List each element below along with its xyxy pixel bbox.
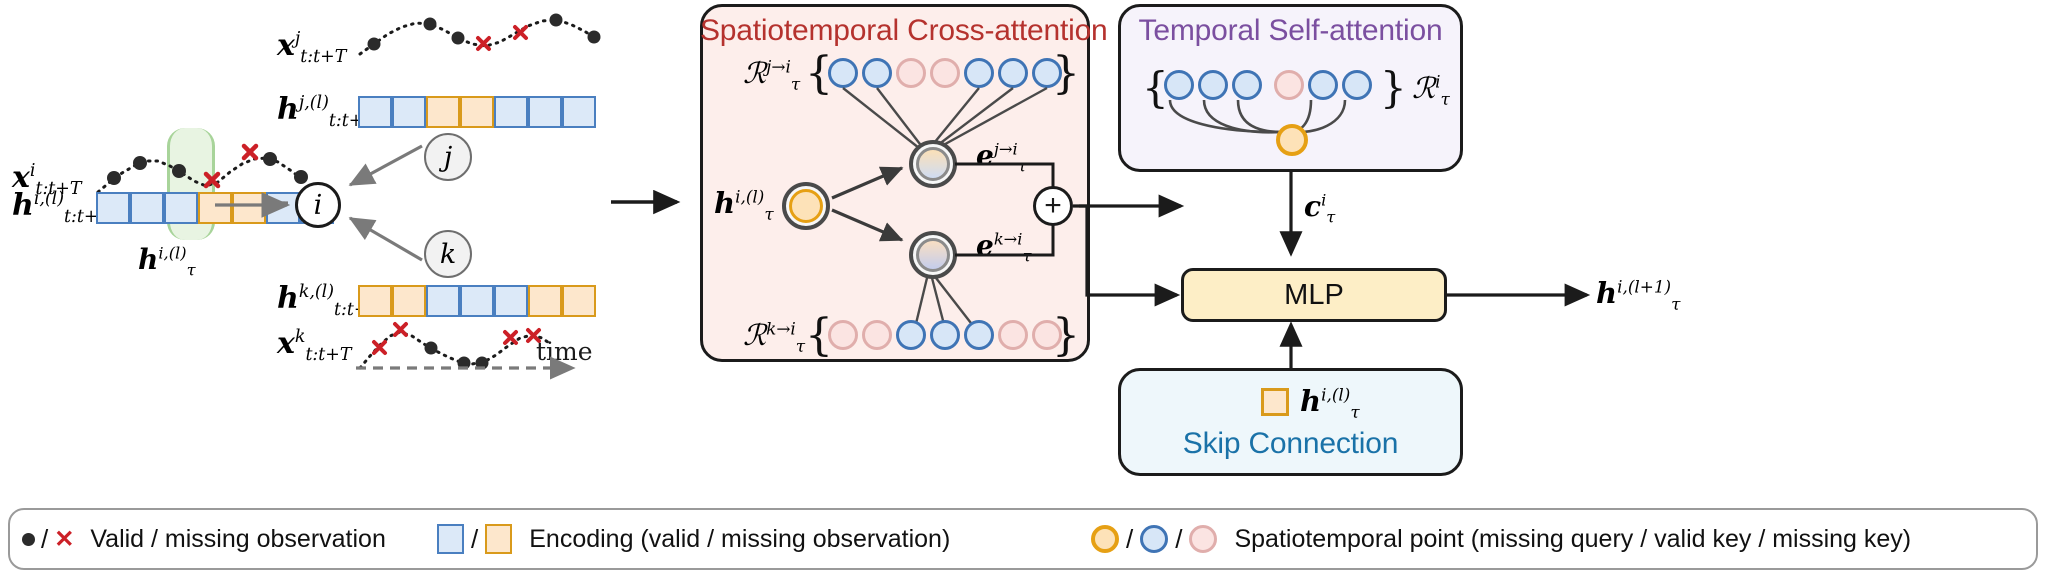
set-label-r-j-to-i: ℛj→iτ: [743, 56, 801, 94]
encoding-cell: [562, 285, 596, 317]
self-node-row-left: [1164, 70, 1262, 100]
set-label-r-j-to-i-text: ℛj→iτ: [743, 56, 801, 94]
set-label-r-i-text: ℛiτ: [1412, 71, 1450, 109]
context-label-text: ciτ: [1304, 190, 1336, 227]
node-missing-key: [896, 58, 926, 88]
node-valid-key: [828, 58, 858, 88]
aggregate-node-k-to-i: [909, 231, 957, 279]
node-valid-key: [998, 58, 1028, 88]
skip-label-text: hi,(l)τ: [1300, 384, 1360, 422]
self-attention-query-node: [1276, 124, 1308, 156]
time-axis-arrow: [356, 356, 576, 380]
sum-to-mlp-wire-routed: [1079, 204, 1181, 307]
node-missing-key: [1032, 320, 1062, 350]
legend-separator: /: [1126, 523, 1134, 554]
series-label-x-j: xjt:t+T: [277, 28, 347, 67]
encoding-cell: [562, 96, 596, 128]
encoding-cell: [96, 192, 130, 224]
node-missing-key: [1274, 70, 1304, 100]
node-valid-key: [1164, 70, 1194, 100]
series-label-x-k-text: xkt:t+T: [277, 326, 352, 365]
skip-to-mlp-arrow: [1279, 321, 1303, 368]
node-valid-key: [964, 58, 994, 88]
output-label-h-i-l-plus-1: hi,(l+1)τ: [1596, 276, 1681, 314]
output-label-text: hi,(l+1)τ: [1596, 276, 1681, 314]
encoding-cell: [528, 96, 562, 128]
panel-title-self-attention: Temporal Self-attention: [1138, 14, 1443, 47]
mlp-output-wire: [1447, 283, 1591, 307]
mlp-box: MLP: [1181, 268, 1447, 322]
node-valid-key: [1232, 70, 1262, 100]
legend-separator: /: [471, 523, 479, 554]
flow-arrow-main: [611, 189, 681, 215]
set-label-r-k-to-i: ℛk→iτ: [743, 318, 806, 356]
graph-edges: [270, 144, 423, 262]
node-missing-key: [828, 320, 858, 350]
set-label-r-i: ℛiτ: [1412, 71, 1450, 109]
skip-label-h-i-tau: hi,(l)τ: [1300, 384, 1360, 422]
node-valid-key: [862, 58, 892, 88]
skip-swatch: [1261, 388, 1289, 416]
missing-observation-icon: ✕: [54, 525, 75, 553]
node-valid-key: [930, 320, 960, 350]
cross-bottom-node-row: [828, 320, 1062, 350]
encoding-cell: [528, 285, 562, 317]
label-h-i-tau: hi,(l)τ: [138, 243, 196, 280]
encoding-cell: [460, 285, 494, 317]
legend-label-encoding: Encoding (valid / missing observation): [529, 524, 951, 553]
query-label-h-i-tau: hi,(l)τ: [714, 186, 774, 224]
legend-separator: /: [1175, 523, 1183, 554]
mlp-label: MLP: [1284, 278, 1344, 311]
encoding-cell: [494, 285, 528, 317]
node-valid-key: [964, 320, 994, 350]
encoding-cell: [392, 285, 426, 317]
encoding-row-h-k: [358, 285, 596, 317]
series-curve-x-i: [96, 143, 308, 194]
query-node-core: [789, 189, 823, 223]
node-valid-key: [1342, 70, 1372, 100]
node-valid-key: [1198, 70, 1228, 100]
cross-top-node-row: [828, 58, 1062, 88]
node-valid-key: [896, 320, 926, 350]
query-node: [782, 182, 830, 230]
encoding-cell: [130, 192, 164, 224]
legend-separator: /: [41, 523, 49, 554]
node-missing-key: [930, 58, 960, 88]
legend-item-spatiotemporal-point: / / Spatiotemporal point (missing query …: [1091, 519, 1911, 559]
self-node-row-right: [1274, 70, 1372, 100]
series-curve-x-j: [358, 13, 601, 56]
aggregate-node-core: [916, 238, 950, 272]
panel-title-skip-connection: Skip Connection: [1182, 427, 1399, 460]
encoding-cell: [164, 192, 198, 224]
legend-label-spatiotemporal-point: Spatiotemporal point (missing query / va…: [1234, 524, 1912, 553]
encoding-cell: [426, 285, 460, 317]
series-label-x-j-text: xjt:t+T: [277, 28, 347, 67]
valid-key-icon: [1140, 525, 1169, 553]
node-valid-key: [1032, 58, 1062, 88]
set-label-r-k-to-i-text: ℛk→iτ: [743, 318, 806, 356]
legend-item-encoding: / Encoding (valid / missing observation): [437, 519, 950, 559]
graph-edge-into-i: [215, 192, 291, 218]
label-h-i-tau-text: hi,(l)τ: [138, 243, 196, 280]
missing-encoding-icon: [485, 524, 513, 554]
legend-label-observation: Valid / missing observation: [90, 524, 386, 553]
node-valid-key: [1308, 70, 1338, 100]
valid-encoding-icon: [437, 524, 464, 554]
panel-title-cross-attention: Spatiotemporal Cross-attention: [700, 14, 1108, 47]
node-missing-key: [862, 320, 892, 350]
legend-item-observation: / ✕ Valid / missing observation: [22, 519, 386, 559]
missing-query-icon: [1091, 525, 1119, 553]
valid-observation-icon: [22, 532, 35, 546]
context-label-c-i-tau: ciτ: [1304, 190, 1336, 227]
node-missing-key: [998, 320, 1028, 350]
series-label-x-k: xkt:t+T: [277, 326, 352, 365]
query-label-text: hi,(l)τ: [714, 186, 774, 224]
encoding-cell: [358, 285, 392, 317]
missing-key-icon: [1189, 525, 1218, 553]
sum-node: +: [1033, 186, 1073, 226]
